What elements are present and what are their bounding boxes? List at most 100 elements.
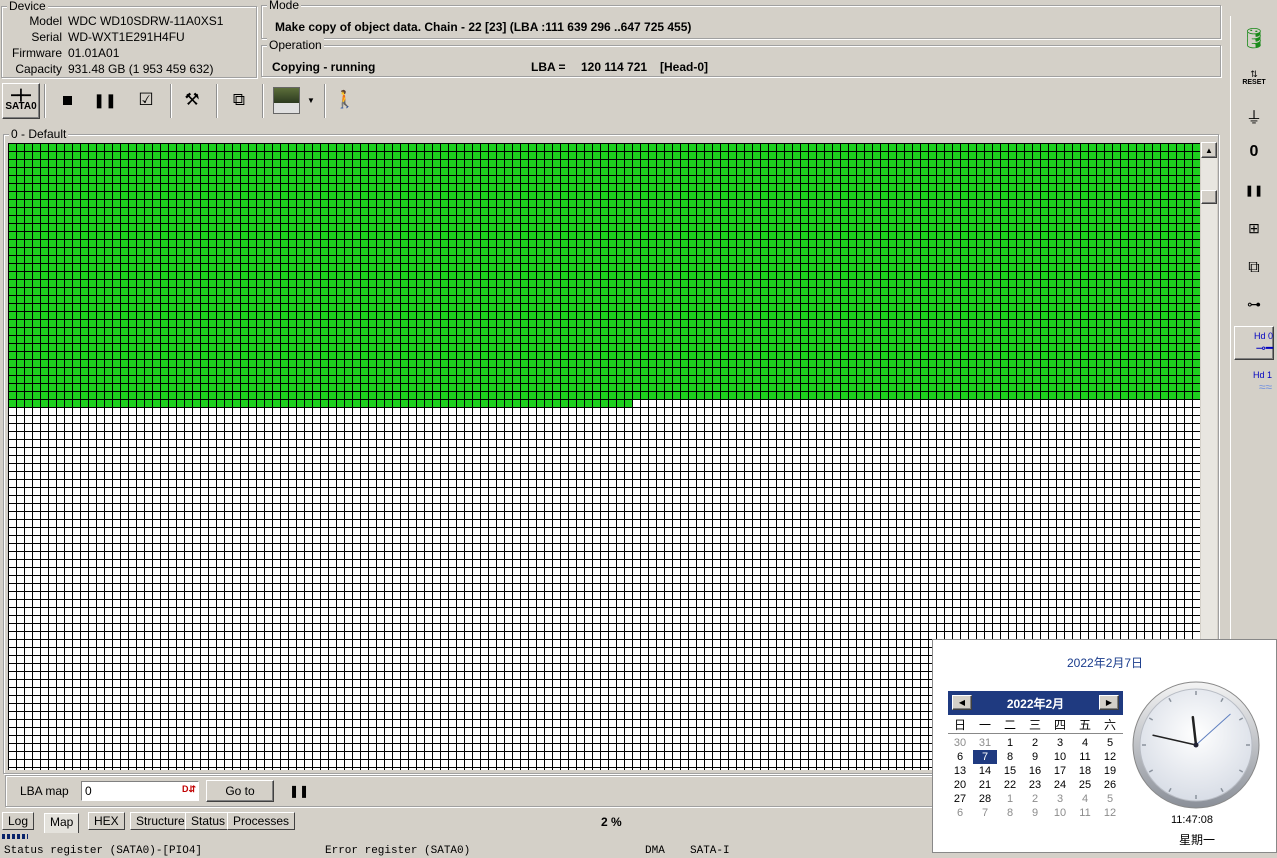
calendar-day[interactable]: 22 [998,778,1022,792]
stop-button[interactable] [50,83,84,117]
calendar-weekday: 四 [1053,718,1066,732]
calendar-day[interactable]: 3 [1048,736,1072,750]
hd0-button[interactable]: Hd 0 ⊸━ [1234,326,1274,360]
calendar-day[interactable]: 5 [1098,736,1122,750]
toolbar-separator [216,84,218,118]
connector-button[interactable]: ⊶ [1236,288,1272,320]
calendar-day[interactable]: 12 [1098,750,1122,764]
toolbar-separator [170,84,172,118]
walk-button[interactable]: 🚶 [328,83,362,117]
operation-lba-label: LBA = [531,60,566,74]
calendar-day[interactable]: 4 [1073,792,1097,806]
plug-button[interactable]: ⏚ [1236,100,1272,132]
map-view-icon [272,86,300,114]
head-icon: ⊸━ [1255,341,1273,355]
tab-structure[interactable]: Structure [130,812,191,830]
calendar-day[interactable]: 20 [948,778,972,792]
disconnect-button[interactable]: ⊞ [1236,212,1272,244]
calendar-day[interactable]: 25 [1073,778,1097,792]
operation-head: [Head-0] [660,60,709,74]
calendar-day[interactable]: 31 [973,736,997,750]
calendar-day[interactable]: 4 [1073,736,1097,750]
tools-button[interactable]: ⚒ [175,83,209,117]
calendar-day[interactable]: 17 [1048,764,1072,778]
calendar-day[interactable]: 14 [973,764,997,778]
plug-icon: ⏚ [1245,110,1262,127]
scroll-up-icon[interactable]: ▲ [1201,142,1217,158]
pause-icon: ❚❚ [288,784,310,798]
zero-button[interactable]: 0 [1236,136,1272,168]
calendar-day[interactable]: 24 [1048,778,1072,792]
calendar-day[interactable]: 6 [948,750,972,764]
device-capacity-row: Capacity 931.48 GB (1 953 459 632) [15,62,214,76]
calendar-day[interactable]: 11 [1073,750,1097,764]
tab-log[interactable]: Log [2,812,35,830]
port-button[interactable]: ━╋━ SATA0 [2,83,40,119]
calendar-day[interactable]: 13 [948,764,972,778]
calendar-day[interactable]: 30 [948,736,972,750]
calendar-day[interactable]: 10 [1048,750,1072,764]
calendar-day[interactable]: 3 [1048,792,1072,806]
head-icon: ≈≈ [1258,380,1272,394]
calendar-day[interactable]: 8 [998,750,1022,764]
calendar-day[interactable]: 1 [998,736,1022,750]
calendar-day[interactable]: 10 [1048,806,1072,820]
calendar-day[interactable]: 11 [1073,806,1097,820]
operation-lba-value: 120 114 721 [581,60,648,74]
map-pause-button[interactable]: ❚❚ [282,774,316,808]
calendar-month-title: 2022年2月 [1006,697,1065,711]
calendar-day[interactable]: 19 [1098,764,1122,778]
reset-icon: ⇅ [1250,69,1258,79]
lba-input[interactable] [82,782,180,800]
right-pause-button[interactable]: ❚❚ [1236,174,1272,206]
calendar-day[interactable]: 21 [973,778,997,792]
calendar-day[interactable]: 6 [948,806,972,820]
goto-button[interactable]: Go to [206,780,274,802]
copy-clear-button[interactable]: ⧉ [1236,252,1272,284]
copy-button[interactable]: ⧉ [222,83,256,117]
decimal-toggle-icon[interactable]: D⇵ [182,784,196,795]
map-view-dropdown[interactable]: ▼ [304,83,318,117]
dropdown-icon: ▼ [307,95,315,105]
calendar-weekday: 三 [1028,718,1041,732]
calendar-day[interactable]: 1 [998,792,1022,806]
calendar-day[interactable]: 28 [973,792,997,806]
tab-map[interactable]: Map [44,813,80,833]
map-view-button[interactable] [268,83,304,117]
calendar-day[interactable]: 2 [1023,736,1047,750]
calendar-day[interactable]: 9 [1023,806,1047,820]
calendar-day[interactable]: 8 [998,806,1022,820]
hd1-button[interactable]: Hd 1 ≈≈ [1236,366,1272,398]
calendar-day[interactable]: 9 [1023,750,1047,764]
status-register-label: Status register (SATA0)-[PIO4] [4,845,203,857]
clock-weekday: 星期一 [1179,833,1216,847]
stop-icon [62,95,72,105]
operation-legend: Operation [267,38,324,52]
calendar-gadget: 2022年2月7日 ◀ 2022年2月 ▶ 日一二三四五六 30 31 1 2 3 4 5 6… [932,639,1277,853]
operation-status: Copying - running [272,60,376,74]
calendar-day[interactable]: 7 [972,749,998,765]
scroll-thumb[interactable] [1201,190,1217,204]
pause-button[interactable]: ❚❚ [88,83,122,117]
calendar-day[interactable]: 26 [1098,778,1122,792]
calendar-day[interactable]: 5 [1098,792,1122,806]
device-firmware: 01.01A01 [68,46,120,60]
tab-hex[interactable]: HEX [88,812,125,830]
calendar-day[interactable]: 23 [1023,778,1047,792]
calendar-day[interactable]: 12 [1098,806,1122,820]
device-legend: Device [7,0,48,13]
tab-status[interactable]: Status [185,812,232,830]
database-button[interactable]: 🛢 [1236,22,1272,54]
tab-processes[interactable]: Processes [227,812,296,830]
next-month-button[interactable]: ▶ [1099,695,1119,710]
calendar-day[interactable]: 2 [1023,792,1047,806]
reset-button[interactable]: ⇅ RESET [1236,62,1272,94]
dma-label: DMA [645,845,665,857]
calendar-day[interactable]: 27 [948,792,972,806]
calendar-day[interactable]: 7 [973,806,997,820]
calendar-day[interactable]: 16 [1023,764,1047,778]
calendar-day[interactable]: 15 [998,764,1022,778]
check-button[interactable]: ☑ [129,83,163,117]
clock-time: 11:47:08 [1171,814,1214,826]
calendar-day[interactable]: 18 [1073,764,1097,778]
